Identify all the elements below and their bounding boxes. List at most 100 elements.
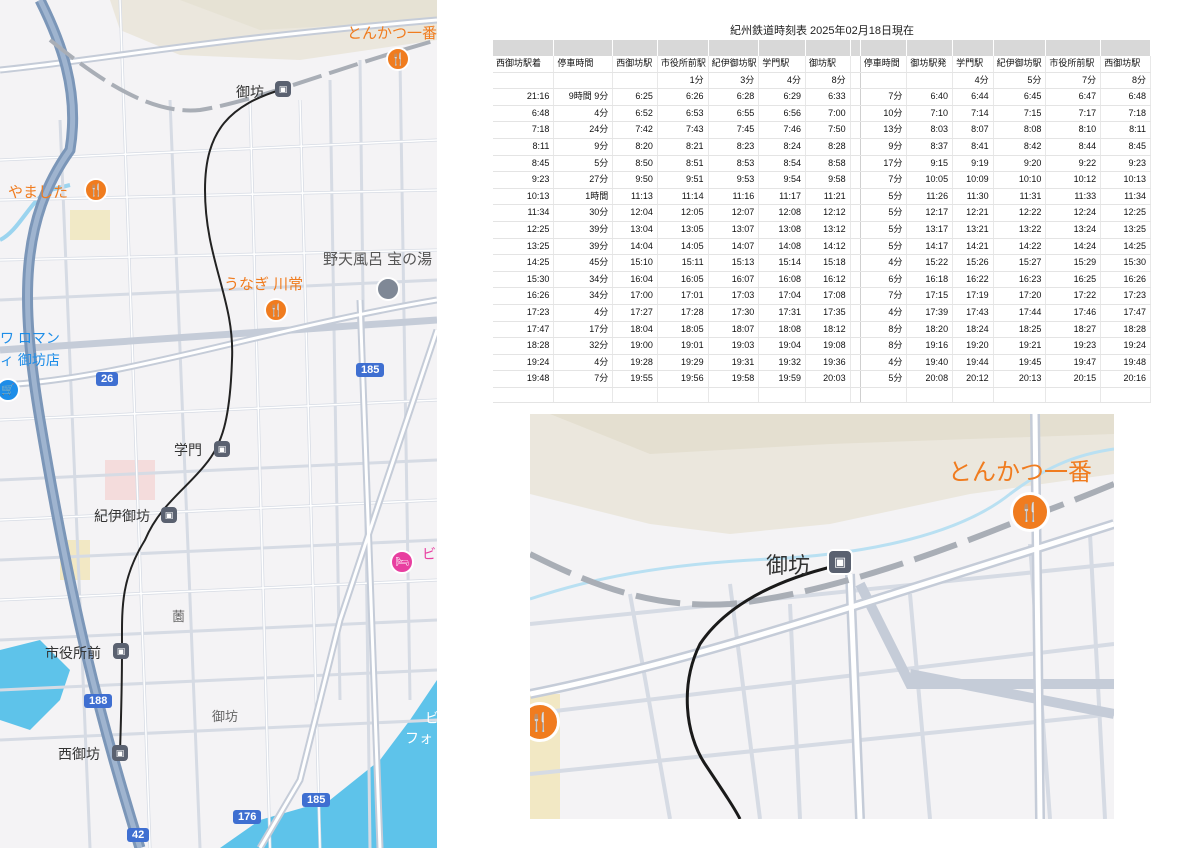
train-station-icon[interactable]: ▣ [214,441,230,457]
table-cell: 8:24 [758,138,806,156]
table-cell: 19:01 [657,337,709,355]
table-cell: 10:09 [952,171,994,189]
table-cell: 7分 [860,287,908,305]
table-cell: 17:39 [906,304,954,322]
table-cell: 5分 [860,221,908,239]
table-cell: 6分 [860,271,908,289]
table-cell: 御坊駅 [805,56,851,73]
table-cell: 8:20 [612,138,658,156]
table-cell: 9:15 [906,155,954,173]
table-cell: 10:12 [1045,171,1102,189]
table-cell: 19:47 [1045,354,1102,372]
table-row: 19:48 7分 19:55 19:56 19:58 19:59 20:03 5分 20:08 2… [493,370,1151,388]
table-row: 17:23 4分 17:27 17:28 17:30 17:31 17:35 4分 17:39 1… [493,304,1151,322]
train-station-icon[interactable]: ▣ [275,81,291,97]
location-pin-icon[interactable] [376,277,400,301]
table-cell: 19:00 [612,337,658,355]
table-cell: 18:25 [993,321,1047,339]
table-cell: 15:29 [1045,254,1102,272]
table-cell: 11:34 [493,204,555,222]
table-cell [860,387,908,404]
restaurant-icon[interactable]: 🍴 [264,298,288,322]
table-cell: 11:14 [657,188,709,206]
table-cell: 9:54 [758,171,806,189]
hotel-icon[interactable]: 🛏 [390,550,414,574]
table-cell: 10分 [860,105,908,123]
table-cell: 14:24 [1045,238,1102,256]
table-cell: 13:04 [612,221,658,239]
table-cell: 5分 [553,155,614,173]
table-cell: 9:19 [952,155,994,173]
table-cell [850,254,861,272]
table-cell: 16:25 [1045,271,1102,289]
table-cell: 17分 [553,321,614,339]
table-cell: 6:45 [993,88,1047,106]
table-cell: 17:15 [906,287,954,305]
table-row: 6:48 4分 6:52 6:53 6:55 6:56 7:00 10分 7:10 7:14 7:1… [493,105,1151,123]
table-cell: 19:31 [708,354,760,372]
table-cell: 15:10 [612,254,658,272]
table-cell: 10:13 [493,188,555,206]
table-cell [758,387,806,404]
poi-label-hotel: ビ [422,546,436,562]
table-cell: 6:40 [906,88,954,106]
table-cell: 17:23 [493,304,555,322]
route-shield-26: 26 [96,372,119,386]
table-cell: 13:07 [708,221,760,239]
train-station-icon[interactable]: ▣ [161,507,177,523]
table-cell: 西御坊駅 [1100,56,1151,73]
table-cell [493,387,555,404]
table-cell: 6:56 [758,105,806,123]
table-cell: 御坊駅発 [906,56,954,73]
table-cell: 6:33 [805,88,851,106]
table-cell: 16:07 [708,271,760,289]
table-cell [850,238,861,256]
table-cell: 6:47 [1045,88,1102,106]
table-cell: 11:21 [805,188,851,206]
table-cell: 4分 [553,105,614,123]
table-cell: 13分 [860,121,908,139]
table-cell: 9時間 9分 [553,88,614,106]
table-cell [850,204,861,222]
table-cell: 20:08 [906,370,954,388]
table-cell: 8:21 [657,138,709,156]
table-cell: 13:24 [1045,221,1102,239]
table-cell [850,321,861,339]
table-cell [850,188,861,206]
table-cell: 18:20 [906,321,954,339]
map-view-left[interactable]: 26 185 188 185 176 42 御坊 ▣ 学門 ▣ 紀伊御坊 ▣ 市… [0,0,437,848]
table-cell: 6:53 [657,105,709,123]
train-station-icon[interactable]: ▣ [827,549,853,575]
restaurant-icon[interactable]: 🍴 [386,47,410,71]
table-cell [850,354,861,372]
restaurant-icon[interactable]: 🍴 [84,178,108,202]
table-cell: 34分 [553,287,614,305]
table-cell: 6:25 [612,88,658,106]
table-cell: 7:15 [993,105,1047,123]
map-view-zoomed[interactable]: 御坊 ▣ とんかつ一番 🍴 🍴 [530,414,1114,819]
table-cell: 8:08 [993,121,1047,139]
table-cell: 4分 [952,72,994,90]
table-cell [493,72,555,90]
table-row: 18:28 32分 19:00 19:01 19:03 19:04 19:08 8分 19:16… [493,337,1151,355]
table-cell: 7:46 [758,121,806,139]
table-cell: 11:33 [1045,188,1102,206]
table-cell [850,138,861,156]
train-station-icon[interactable]: ▣ [113,643,129,659]
table-cell: 15:13 [708,254,760,272]
train-station-icon[interactable]: ▣ [112,745,128,761]
table-cell: 16:04 [612,271,658,289]
area-label-gobo-town: 御坊 [212,709,239,724]
restaurant-icon[interactable]: 🍴 [1010,492,1050,532]
timetable-table: 西御坊駅着 停車時間 西御坊駅 市役所前駅 紀伊御坊駅 学門駅 御坊駅 停車時間 御坊駅発 学門駅… [493,40,1151,404]
table-cell: 1時間 [553,188,614,206]
table-cell: 6:29 [758,88,806,106]
table-cell: 7:00 [805,105,851,123]
table-cell: 19:44 [952,354,994,372]
table-cell: 9:58 [805,171,851,189]
table-cell [850,72,861,90]
table-cell: 19:16 [906,337,954,355]
table-cell: 20:15 [1045,370,1102,388]
table-cell: 17:46 [1045,304,1102,322]
table-cell: 18:04 [612,321,658,339]
